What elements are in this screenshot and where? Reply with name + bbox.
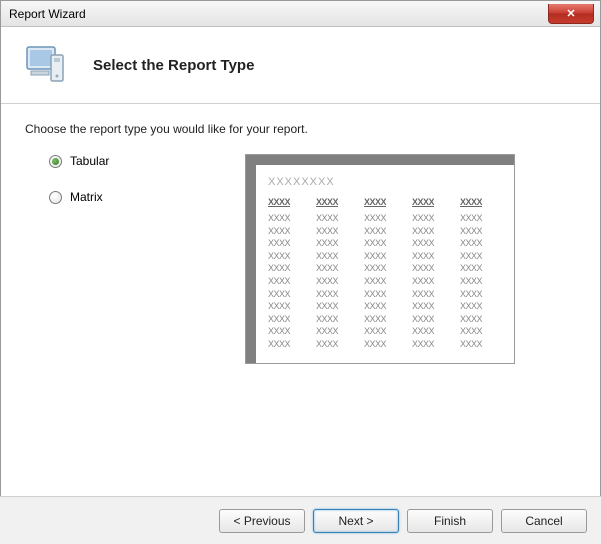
previous-button[interactable]: < Previous [219, 509, 305, 533]
page-title: Select the Report Type [93, 57, 254, 74]
titlebar: Report Wizard ✕ [1, 1, 600, 27]
finish-button[interactable]: Finish [407, 509, 493, 533]
option-matrix[interactable]: Matrix [49, 190, 245, 204]
report-type-options: Tabular Matrix [25, 154, 245, 226]
window-title: Report Wizard [9, 7, 86, 21]
close-button[interactable]: ✕ [548, 4, 594, 24]
option-label: Tabular [70, 154, 109, 168]
radio-icon [49, 191, 62, 204]
wizard-content: Choose the report type you would like fo… [1, 104, 600, 504]
computer-icon [21, 41, 69, 89]
report-preview: XXXXXXXX XXXXXXXXXXXXXXXXXXXX XXXXXXXXXX… [245, 154, 515, 364]
option-label: Matrix [70, 190, 103, 204]
instruction-text: Choose the report type you would like fo… [25, 122, 576, 136]
next-button[interactable]: Next > [313, 509, 399, 533]
radio-icon [49, 155, 62, 168]
wizard-footer: < Previous Next > Finish Cancel [0, 496, 601, 544]
cancel-button[interactable]: Cancel [501, 509, 587, 533]
wizard-header: Select the Report Type [1, 27, 600, 104]
close-icon: ✕ [566, 7, 575, 20]
preview-page: XXXXXXXX XXXXXXXXXXXXXXXXXXXX XXXXXXXXXX… [256, 165, 514, 363]
option-tabular[interactable]: Tabular [49, 154, 245, 168]
